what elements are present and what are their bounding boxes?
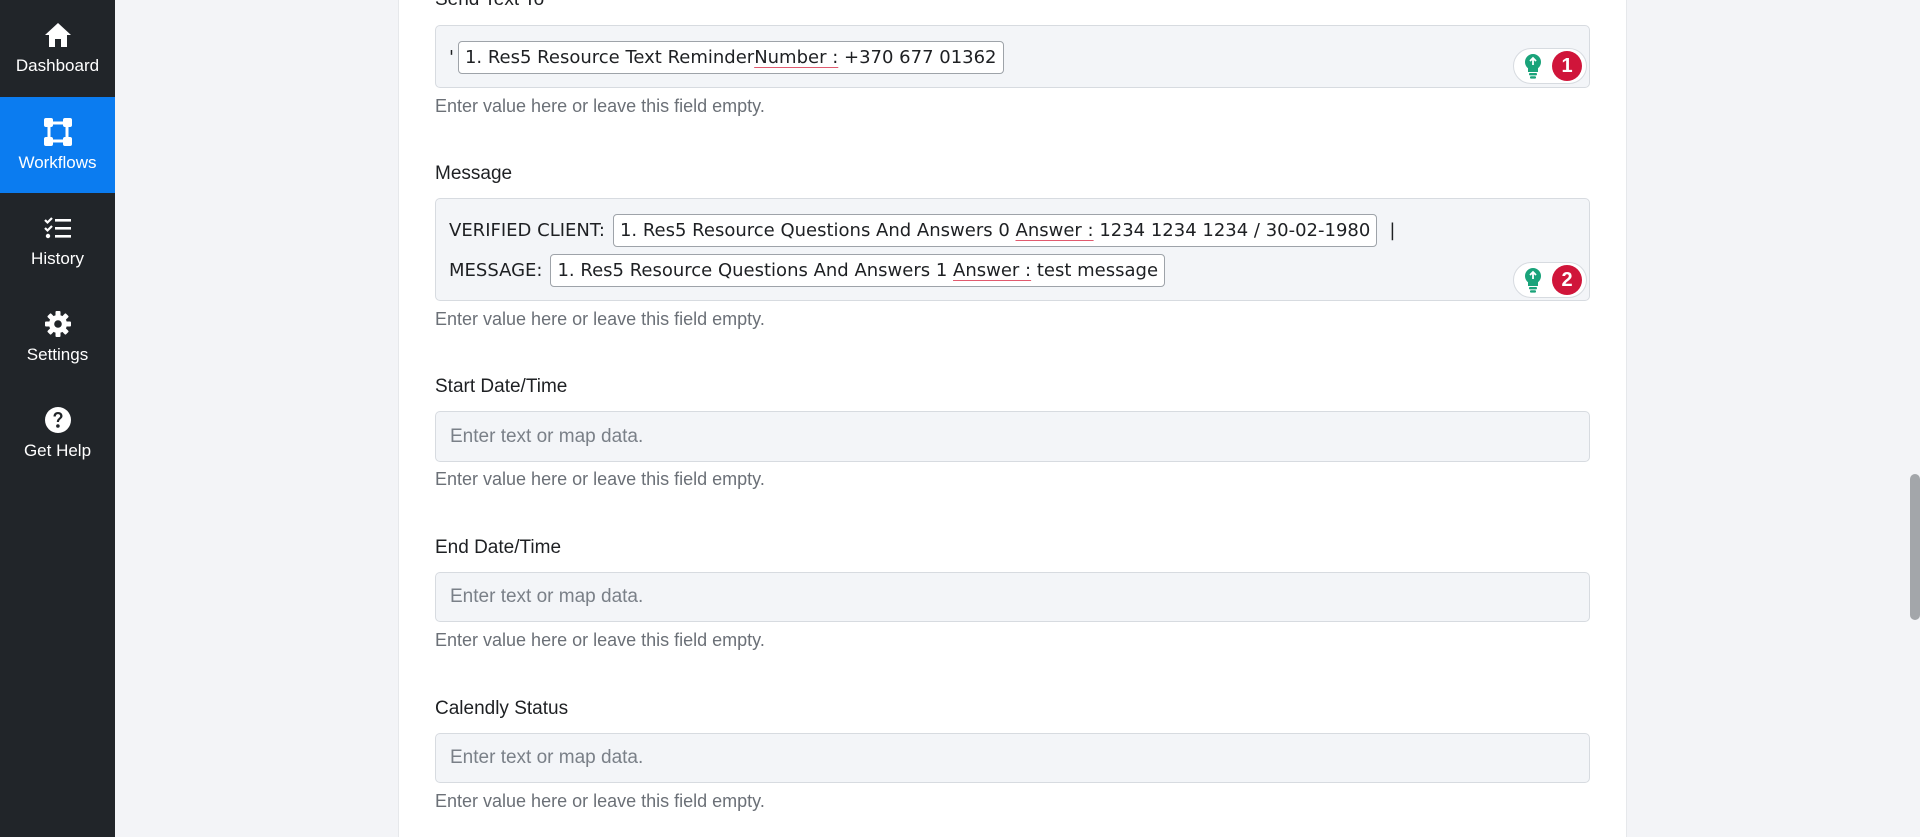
start-datetime-label: Start Date/Time xyxy=(435,376,568,397)
sidebar: Dashboard Workflows History Settings Get… xyxy=(0,0,115,837)
workflow-step-form: Send Text To ' 1. Res5 Resource Text Rem… xyxy=(398,0,1627,837)
calendly-status-label: Calendly Status xyxy=(435,698,569,719)
end-datetime-input[interactable]: Enter text or map data. xyxy=(435,572,1590,622)
count-badge: 2 xyxy=(1552,265,1582,295)
sidebar-item-label: History xyxy=(31,249,84,268)
message-text-segment: VERIFIED CLIENT: xyxy=(449,219,605,241)
calendly-status-hint: Enter value here or leave this field emp… xyxy=(435,791,765,811)
sidebar-item-label: Workflows xyxy=(18,153,97,172)
suggestion-badge[interactable]: 1 xyxy=(1513,48,1587,84)
sidebar-item-get-help[interactable]: Get Help xyxy=(0,385,115,481)
mapped-data-pill[interactable]: 1. Res5 Resource Questions And Answers 1… xyxy=(550,253,1166,287)
start-datetime-input[interactable]: Enter text or map data. xyxy=(435,411,1590,462)
message-label: Message xyxy=(435,163,513,184)
calendly-status-placeholder: Enter text or map data. xyxy=(450,747,644,768)
start-datetime-hint: Enter value here or leave this field emp… xyxy=(435,469,765,489)
mapped-data-pill[interactable]: 1. Res5 Resource Text Reminder Number : … xyxy=(457,40,1004,74)
page-scrollbar[interactable] xyxy=(1910,474,1920,620)
calendly-status-input[interactable]: Enter text or map data. xyxy=(435,733,1590,783)
end-datetime-placeholder: Enter text or map data. xyxy=(450,586,644,607)
workflow-icon xyxy=(43,117,73,147)
sidebar-item-label: Dashboard xyxy=(15,56,100,75)
sidebar-item-label: Settings xyxy=(26,345,89,364)
sidebar-item-settings[interactable]: Settings xyxy=(0,289,115,385)
end-datetime-hint: Enter value here or leave this field emp… xyxy=(435,630,765,650)
send-text-to-label: Send Text To xyxy=(435,0,544,11)
start-datetime-placeholder: Enter text or map data. xyxy=(450,425,644,447)
message-field[interactable]: VERIFIED CLIENT: 1. Res5 Resource Questi… xyxy=(435,198,1590,301)
count-badge: 1 xyxy=(1552,51,1582,81)
suggestion-badge[interactable]: 2 xyxy=(1513,262,1587,298)
sidebar-item-history[interactable]: History xyxy=(0,193,115,289)
sidebar-item-label: Get Help xyxy=(23,441,92,460)
message-text-separator: | xyxy=(1389,219,1396,241)
send-text-to-hint: Enter value here or leave this field emp… xyxy=(435,96,765,116)
send-text-to-field[interactable]: ' 1. Res5 Resource Text Reminder Number … xyxy=(435,25,1590,88)
send-text-to-prefix: ' xyxy=(449,46,454,68)
gear-icon xyxy=(43,309,73,339)
sidebar-item-dashboard[interactable]: Dashboard xyxy=(0,0,115,96)
lightbulb-icon xyxy=(1522,53,1544,79)
end-datetime-label: End Date/Time xyxy=(435,537,562,558)
sidebar-item-workflows[interactable]: Workflows xyxy=(0,97,115,193)
message-text-segment: MESSAGE: xyxy=(449,259,543,281)
message-hint: Enter value here or leave this field emp… xyxy=(435,309,765,329)
mapped-data-pill[interactable]: 1. Res5 Resource Questions And Answers 0… xyxy=(612,213,1378,247)
home-icon xyxy=(43,20,73,50)
question-icon xyxy=(43,405,73,435)
checklist-icon xyxy=(43,213,73,243)
lightbulb-icon xyxy=(1522,267,1544,293)
